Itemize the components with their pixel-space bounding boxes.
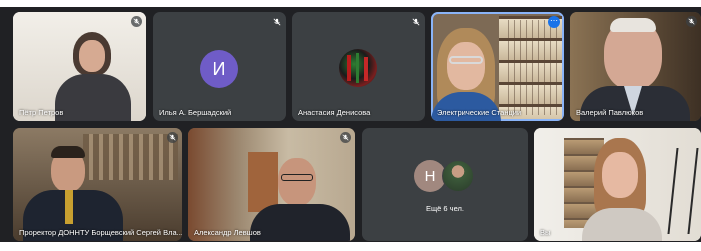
wall-shelf (83, 134, 178, 180)
person-face (79, 40, 105, 72)
door (248, 152, 278, 212)
other-participant-photo (442, 160, 474, 192)
participant-avatar (339, 49, 377, 87)
participant-tile-self[interactable]: Вы (534, 128, 701, 241)
mic-off-icon (686, 16, 697, 27)
participant-tile-petrov[interactable]: Пётр Петров (13, 12, 146, 121)
participant-tile-elektricheskie-stantsii[interactable]: ⋯ Электрические Станции (431, 12, 564, 121)
top-edge (0, 0, 701, 7)
others-count-label: Ещё 6 чел. (426, 204, 464, 213)
person-face (602, 152, 638, 198)
more-participants-tile[interactable]: Н Ещё 6 чел. (362, 128, 528, 241)
person-body (250, 204, 350, 241)
mic-off-icon (131, 16, 142, 27)
bottom-edge (0, 242, 701, 251)
mic-off-icon (271, 16, 282, 27)
participant-name: Александр Левшов (194, 228, 261, 237)
participant-name: Электрические Станции (437, 108, 522, 117)
participant-tile-denisova[interactable]: Анастасия Денисова (292, 12, 425, 121)
person-face (447, 42, 485, 90)
mic-off-icon (167, 132, 178, 143)
person-hair (51, 146, 85, 158)
participant-name-self: Вы (540, 228, 551, 237)
glasses (449, 56, 483, 64)
person-hair (610, 18, 656, 32)
person-head (278, 158, 316, 206)
participant-avatar: И (200, 50, 238, 88)
participant-name: Анастасия Денисова (298, 108, 371, 117)
participant-tile-bershadsky[interactable]: И Илья А. Бершадский (153, 12, 286, 121)
participant-name: Пётр Петров (19, 108, 64, 117)
mic-off-icon (410, 16, 421, 27)
tie (65, 190, 73, 224)
participant-tile-levshov[interactable]: Александр Левшов (188, 128, 355, 241)
participant-tile-pavlyukov[interactable]: Валерий Павлюков (570, 12, 701, 121)
mic-off-icon (340, 132, 351, 143)
shelf-books (503, 20, 559, 115)
glasses (281, 174, 313, 181)
more-options-icon[interactable]: ⋯ (548, 16, 560, 28)
participant-tile-borshchevsky[interactable]: Проректор ДОННТУ Борщевский Сергей Вла..… (13, 128, 182, 241)
participant-name: Проректор ДОННТУ Борщевский Сергей Вла..… (19, 228, 182, 237)
participant-name: Валерий Павлюков (576, 108, 644, 117)
participant-name: Илья А. Бершадский (159, 108, 232, 117)
person-body (55, 74, 131, 121)
